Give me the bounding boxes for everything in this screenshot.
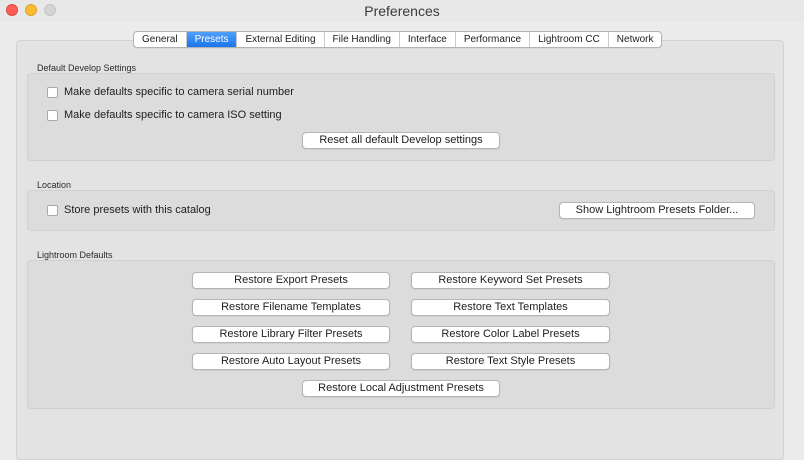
restore-library-filter-presets-button[interactable]: Restore Library Filter Presets [192, 326, 390, 343]
tab-general[interactable]: General [134, 32, 187, 47]
restore-filename-templates-button[interactable]: Restore Filename Templates [192, 299, 390, 316]
store-presets-option[interactable]: Store presets with this catalog [47, 204, 211, 216]
store-presets-checkbox[interactable] [47, 204, 58, 216]
serial-number-label[interactable]: Make defaults specific to camera serial … [64, 86, 294, 98]
serial-number-checkbox[interactable] [47, 86, 58, 98]
restore-export-presets-button[interactable]: Restore Export Presets [192, 272, 390, 289]
tab-interface[interactable]: Interface [400, 32, 456, 47]
tab-file-handling[interactable]: File Handling [325, 32, 400, 47]
show-presets-folder-button[interactable]: Show Lightroom Presets Folder... [559, 202, 755, 219]
tab-lightroom-cc[interactable]: Lightroom CC [530, 32, 609, 47]
restore-local-adjustment-presets-button[interactable]: Restore Local Adjustment Presets [302, 380, 500, 397]
tab-presets[interactable]: Presets [186, 32, 238, 47]
restore-keyword-set-presets-button[interactable]: Restore Keyword Set Presets [411, 272, 610, 289]
iso-setting-checkbox[interactable] [47, 109, 58, 121]
develop-section-label: Default Develop Settings [37, 63, 137, 73]
window-title: Preferences [364, 3, 440, 19]
location-section-label: Location [37, 180, 72, 190]
serial-number-option[interactable]: Make defaults specific to camera serial … [47, 86, 294, 98]
title-bar: Preferences [0, 0, 804, 22]
tab-network[interactable]: Network [609, 32, 662, 47]
iso-setting-label[interactable]: Make defaults specific to camera ISO set… [64, 109, 282, 121]
tab-external-editing[interactable]: External Editing [237, 32, 325, 47]
tab-performance[interactable]: Performance [456, 32, 531, 47]
restore-text-templates-button[interactable]: Restore Text Templates [411, 299, 610, 316]
defaults-section-label: Lightroom Defaults [37, 250, 113, 260]
restore-color-label-presets-button[interactable]: Restore Color Label Presets [411, 326, 610, 343]
restore-auto-layout-presets-button[interactable]: Restore Auto Layout Presets [192, 353, 390, 370]
store-presets-label[interactable]: Store presets with this catalog [64, 204, 211, 216]
restore-text-style-presets-button[interactable]: Restore Text Style Presets [411, 353, 610, 370]
reset-develop-settings-button[interactable]: Reset all default Develop settings [302, 132, 500, 149]
tab-bar: General Presets External Editing File Ha… [133, 31, 663, 48]
iso-setting-option[interactable]: Make defaults specific to camera ISO set… [47, 109, 282, 121]
